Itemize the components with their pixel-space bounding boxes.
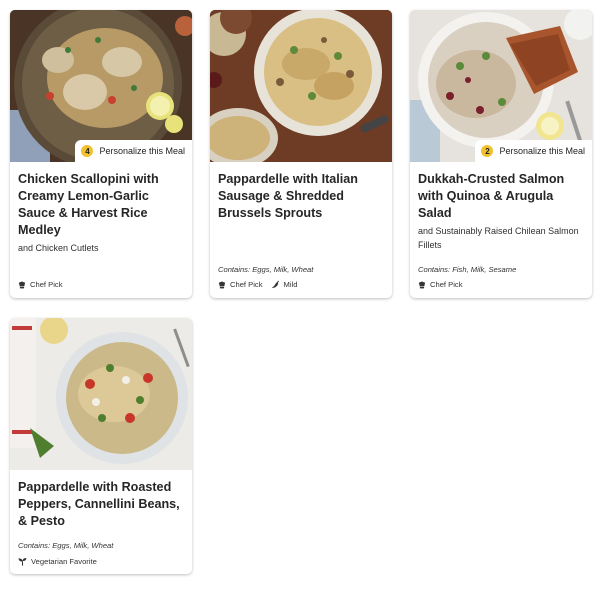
meal-subtitle: and Sustainably Raised Chilean Salmon Fi… [418, 226, 579, 250]
meal-card[interactable]: Pappardelle with Italian Sausage & Shred… [210, 10, 392, 298]
meal-photo[interactable] [10, 318, 192, 470]
meal-tags: Vegetarian Favorite [18, 557, 105, 566]
meal-title[interactable]: Pappardelle with Italian Sausage & Shred… [218, 171, 384, 222]
tag-label: Vegetarian Favorite [31, 557, 97, 566]
meal-subtitle: and Chicken Cutlets [18, 243, 99, 253]
allergen-info: Contains: Eggs, Milk, Wheat [18, 541, 114, 550]
meal-tags: Chef Pick [418, 280, 471, 289]
tag-chef-pick: Chef Pick [418, 280, 463, 289]
meal-tags: Chef Pick Mild [218, 280, 305, 289]
meal-card[interactable]: 2 Personalize this Meal Dukkah-Crusted S… [410, 10, 592, 298]
personalize-count-badge: 4 [81, 145, 94, 157]
tag-label: Chef Pick [30, 280, 63, 289]
personalize-meal-button[interactable]: 2 Personalize this Meal [475, 140, 592, 162]
tag-vegetarian-favorite: Vegetarian Favorite [18, 557, 97, 566]
personalize-label: Personalize this Meal [99, 146, 185, 156]
meal-photo[interactable]: 2 Personalize this Meal [410, 10, 592, 162]
meal-photo[interactable]: 4 Personalize this Meal [10, 10, 192, 162]
personalize-meal-button[interactable]: 4 Personalize this Meal [75, 140, 192, 162]
chef-hat-icon [218, 280, 226, 288]
tag-chef-pick: Chef Pick [218, 280, 263, 289]
tag-label: Mild [283, 280, 298, 289]
meal-card[interactable]: 4 Personalize this Meal Chicken Scallopi… [10, 10, 192, 298]
tag-label: Chef Pick [230, 280, 263, 289]
personalize-label: Personalize this Meal [499, 146, 585, 156]
meal-title[interactable]: Dukkah-Crusted Salmon with Quinoa & Arug… [418, 171, 584, 222]
tag-chef-pick: Chef Pick [18, 280, 63, 289]
tag-spice-mild: Mild [271, 280, 298, 289]
meal-tags: Chef Pick [18, 280, 71, 289]
meal-title[interactable]: Chicken Scallopini with Creamy Lemon-Gar… [18, 171, 184, 239]
sprout-icon [18, 558, 27, 566]
chef-hat-icon [418, 280, 426, 288]
meal-photo[interactable] [210, 10, 392, 162]
tag-label: Chef Pick [430, 280, 463, 289]
chef-hat-icon [18, 280, 26, 288]
meal-title[interactable]: Pappardelle with Roasted Peppers, Cannel… [18, 479, 184, 530]
allergen-info: Contains: Fish, Milk, Sesame [418, 265, 517, 274]
meal-card[interactable]: Pappardelle with Roasted Peppers, Cannel… [10, 318, 192, 574]
personalize-count-badge: 2 [481, 145, 494, 157]
meal-grid: 4 Personalize this Meal Chicken Scallopi… [0, 0, 601, 590]
allergen-info: Contains: Eggs, Milk, Wheat [218, 265, 314, 274]
chili-pepper-icon [271, 280, 279, 288]
